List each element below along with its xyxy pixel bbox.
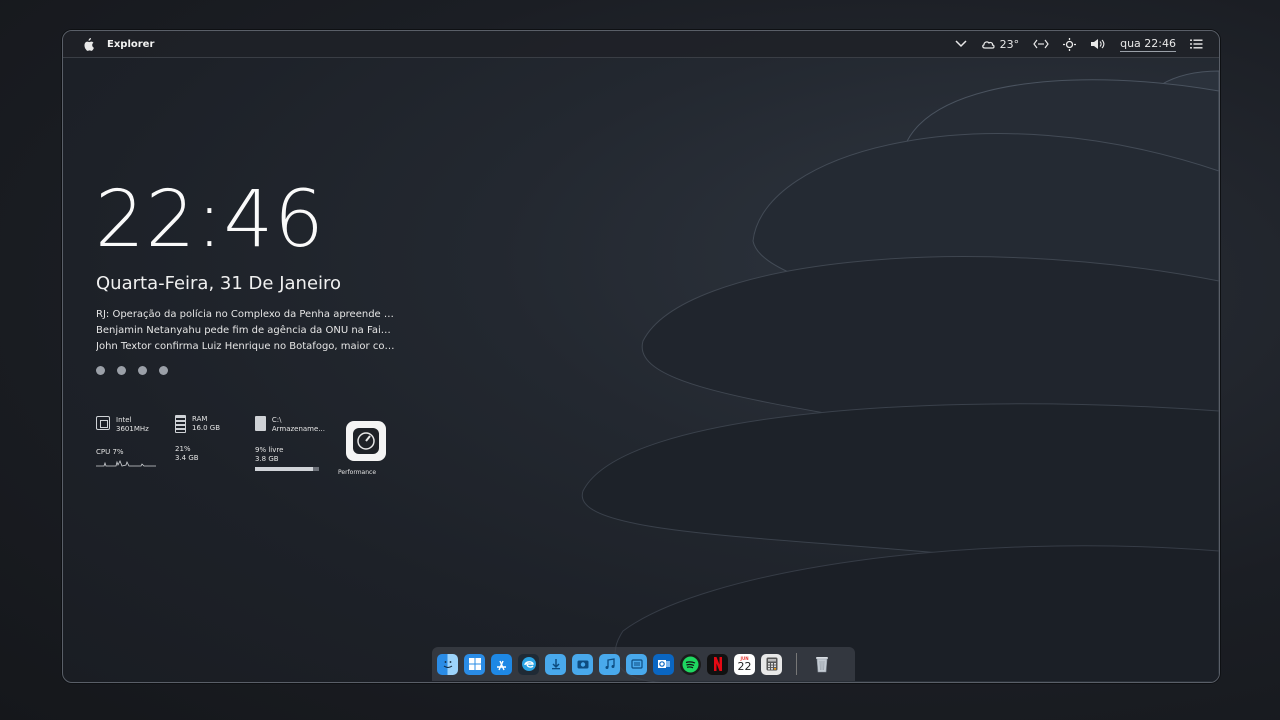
downloads-icon[interactable] xyxy=(545,653,566,675)
news-headline[interactable]: Benjamin Netanyahu pede fim de agência d… xyxy=(96,323,396,339)
disk-widget[interactable]: C:\ Armazename... 9% livre 3.8 GB xyxy=(255,416,325,471)
cpu-name: Intel xyxy=(116,416,132,424)
cpu-widget[interactable]: Intel 3601MHz CPU 7% xyxy=(96,416,158,470)
start-icon[interactable] xyxy=(464,653,485,675)
apple-icon[interactable] xyxy=(81,37,95,51)
ram-used: 3.4 GB xyxy=(175,454,199,462)
weather-temp: 23° xyxy=(999,37,1020,51)
ram-total: 16.0 GB xyxy=(192,424,221,432)
menu-clock[interactable]: qua 22:46 xyxy=(1120,37,1176,52)
cpu-frequency: 3601MHz xyxy=(116,425,149,433)
page-dots xyxy=(96,366,168,375)
cloud-icon xyxy=(981,40,995,49)
disk-size: 3.8 GB xyxy=(255,455,279,463)
ram-icon xyxy=(175,415,186,433)
cpu-graph xyxy=(96,460,156,467)
wallpaper xyxy=(581,70,1219,682)
disk-usage-bar xyxy=(255,467,319,471)
outlook-icon[interactable] xyxy=(653,653,674,675)
brightness-icon[interactable] xyxy=(1063,37,1077,51)
music-icon[interactable] xyxy=(599,653,620,675)
ram-percent: 21% xyxy=(175,445,191,453)
menu-bar: Explorer 23° qua 22:46 xyxy=(63,31,1219,58)
app-store-icon[interactable] xyxy=(491,653,512,675)
dock-separator xyxy=(796,653,797,675)
network-icon[interactable] xyxy=(1033,39,1049,49)
spotify-icon[interactable] xyxy=(680,653,701,675)
drive-icon xyxy=(255,416,266,431)
cpu-usage: CPU 7% xyxy=(96,448,124,456)
desktop-clock: 22:46 xyxy=(95,175,325,265)
page-dot[interactable] xyxy=(159,366,168,375)
volume-icon[interactable] xyxy=(1090,38,1106,50)
edge-icon[interactable] xyxy=(518,653,539,675)
disk-free: 9% livre xyxy=(255,446,284,454)
calculator-icon[interactable] xyxy=(761,653,782,675)
news-headline[interactable]: John Textor confirma Luiz Henrique no Bo… xyxy=(96,339,396,355)
speedometer-icon xyxy=(353,428,379,454)
weather-item[interactable]: 23° xyxy=(981,37,1020,51)
notification-list-icon[interactable] xyxy=(1190,39,1203,49)
documents-icon[interactable] xyxy=(626,653,647,675)
news-feed: RJ: Operação da polícia no Complexo da P… xyxy=(96,307,396,355)
pictures-icon[interactable] xyxy=(572,653,593,675)
page-dot[interactable] xyxy=(96,366,105,375)
page-dot[interactable] xyxy=(138,366,147,375)
ram-title: RAM xyxy=(192,415,208,423)
ram-widget[interactable]: RAM 16.0 GB 21% 3.4 GB xyxy=(175,415,237,463)
disk-path: C:\ xyxy=(271,416,282,424)
finder-icon[interactable] xyxy=(437,653,458,675)
active-app-name[interactable]: Explorer xyxy=(107,39,154,50)
trash-icon[interactable] xyxy=(811,654,832,675)
disk-usage-fill xyxy=(255,467,314,471)
desktop-screen: Explorer 23° qua 22:46 22:46 Quarta-Feir… xyxy=(62,30,1220,683)
desktop-date: Quarta-Feira, 31 De Janeiro xyxy=(96,273,342,294)
cpu-chip-icon xyxy=(96,416,110,430)
netflix-icon[interactable] xyxy=(707,653,728,675)
news-headline[interactable]: RJ: Operação da polícia no Complexo da P… xyxy=(96,307,396,323)
calendar-icon[interactable]: JUN 22 xyxy=(734,653,755,675)
performance-button[interactable] xyxy=(346,421,386,461)
performance-label: Performance xyxy=(338,469,377,476)
dock: JUN 22 xyxy=(432,647,855,681)
page-dot[interactable] xyxy=(117,366,126,375)
calendar-day: 22 xyxy=(737,659,752,673)
disk-label: Armazename... xyxy=(271,425,325,433)
chevron-down-icon[interactable] xyxy=(955,40,967,48)
menu-bar-status: 23° qua 22:46 xyxy=(955,31,1203,57)
